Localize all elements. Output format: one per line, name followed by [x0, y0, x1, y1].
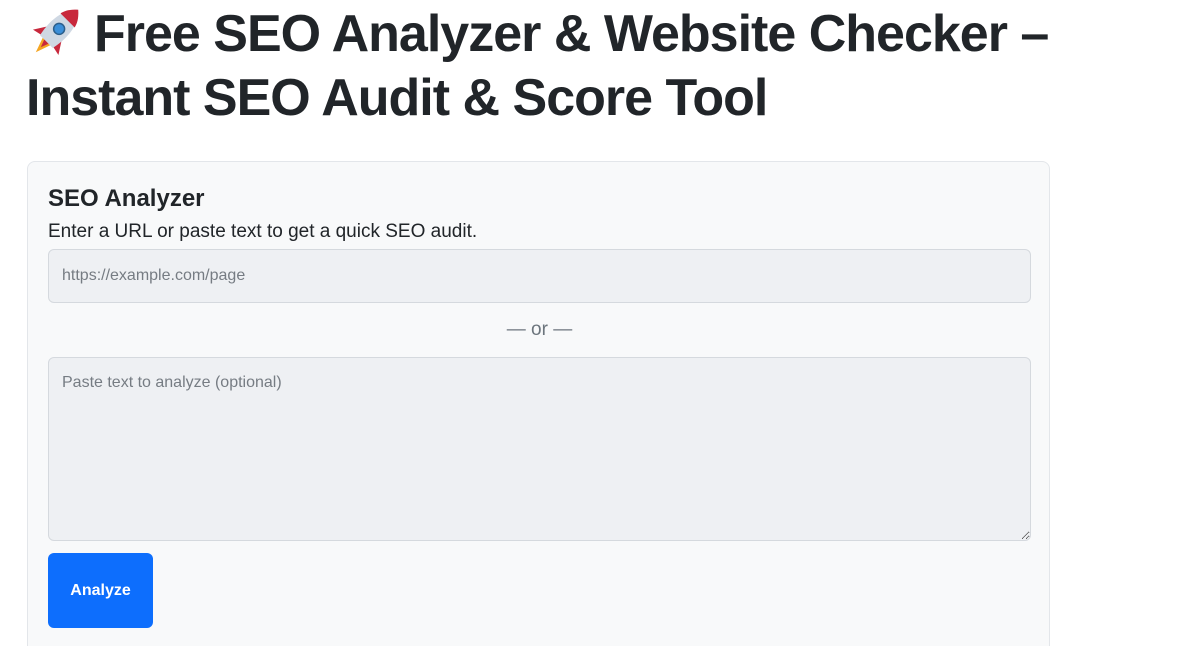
url-input[interactable]	[48, 249, 1031, 303]
or-divider: — or —	[506, 319, 573, 340]
analyzer-description: Enter a URL or paste text to get a quick…	[48, 221, 478, 242]
seo-analyzer-card: SEO Analyzer Enter a URL or paste text t…	[27, 161, 1050, 646]
page-title-text: Free SEO Analyzer & Website Checker – In…	[26, 5, 1049, 127]
rocket-icon	[26, 3, 86, 57]
analyzer-heading: SEO Analyzer	[48, 185, 205, 212]
page-title: Free SEO Analyzer & Website Checker – In…	[26, 2, 1066, 130]
page: Free SEO Analyzer & Website Checker – In…	[0, 0, 1189, 646]
text-input[interactable]	[48, 357, 1031, 541]
analyze-button[interactable]: Analyze	[48, 553, 153, 628]
